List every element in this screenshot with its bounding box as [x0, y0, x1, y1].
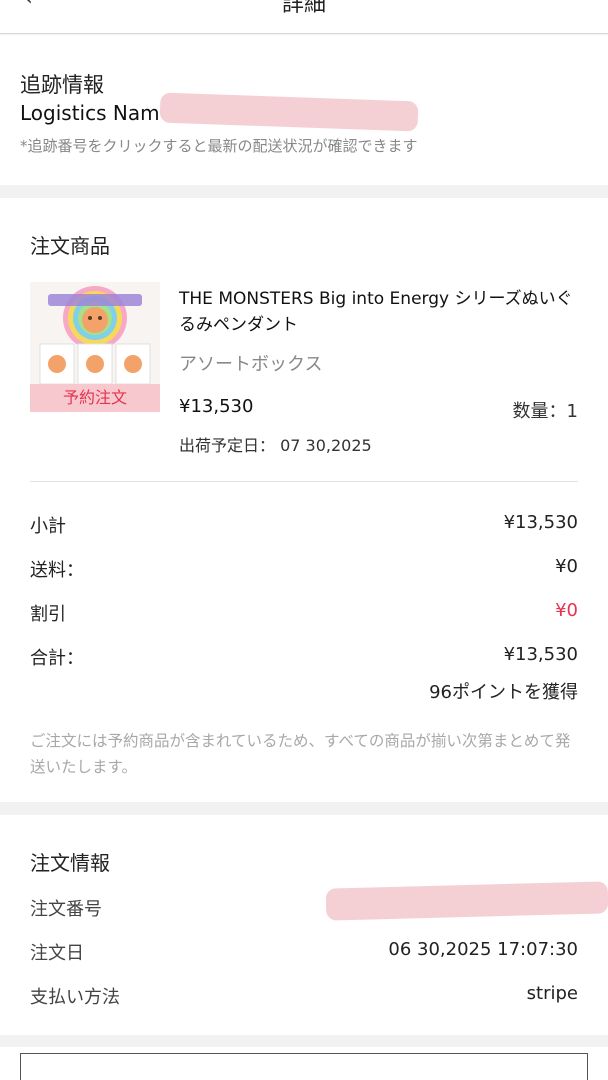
total-label: 合計： [30, 648, 84, 669]
page-title: 詳細 [281, 0, 326, 17]
ship-date-label: 出荷予定日： [179, 436, 276, 455]
total-value: ¥13,530 [503, 644, 578, 665]
points-earned: 96ポイントを獲得 [429, 682, 578, 703]
tracking-title: 追跡情報 [20, 73, 104, 97]
order-info-card: 注文情報 注文番号 注文日 06 30,2025 17:07:30 支払い方法 … [0, 815, 608, 1035]
redaction-mark [325, 881, 608, 921]
preorder-badge: 予約注文 [30, 384, 160, 412]
ship-date: 出荷予定日： 07 30,2025 [179, 432, 372, 456]
ordered-goods-title: 注文商品 [30, 234, 110, 258]
preorder-note: ご注文には予約商品が含まれているため、すべての商品が揃い次第まとめて発送いたしま… [30, 732, 571, 776]
bottom-action-box[interactable] [20, 1053, 588, 1080]
order-number-label: 注文番号 [30, 899, 102, 920]
subtotal-value: ¥13,530 [503, 512, 578, 533]
ordered-goods-card: 注文商品 予約注文 THE MONSTERS Big into Energy シ… [0, 198, 608, 802]
product-price: ¥13,530 [179, 396, 254, 417]
product-name[interactable]: THE MONSTERS Big into Energy シリーズぬいぐるみペン… [179, 286, 589, 338]
divider [30, 481, 578, 482]
product-quantity: 数量：1 [512, 401, 578, 422]
order-date-label: 注文日 [30, 943, 84, 964]
subtotal-label: 小計 [30, 516, 66, 537]
tracking-card: 追跡情報 Logistics Nam *追跡番号をクリックすると最新の配送状況が… [0, 35, 608, 185]
tracking-note: *追跡番号をクリックすると最新の配送状況が確認できます [20, 137, 418, 155]
order-info-title: 注文情報 [30, 851, 110, 875]
payment-method-label: 支払い方法 [30, 987, 120, 1008]
payment-method-value: stripe [526, 983, 578, 1004]
shipping-value: ¥0 [555, 556, 578, 577]
redaction-mark [159, 92, 419, 132]
discount-value: ¥0 [555, 600, 578, 621]
logistics-name[interactable]: Logistics Nam [20, 101, 160, 125]
top-bar: ‹ 詳細 [0, 0, 608, 34]
shipping-label: 送料： [30, 560, 84, 581]
product-thumbnail[interactable]: 予約注文 [30, 282, 160, 412]
bottom-card [0, 1047, 608, 1080]
order-date-value: 06 30,2025 17:07:30 [388, 939, 578, 960]
discount-label: 割引 [30, 604, 66, 625]
product-variant: アソートボックス [179, 354, 323, 375]
ship-date-value: 07 30,2025 [280, 436, 372, 455]
